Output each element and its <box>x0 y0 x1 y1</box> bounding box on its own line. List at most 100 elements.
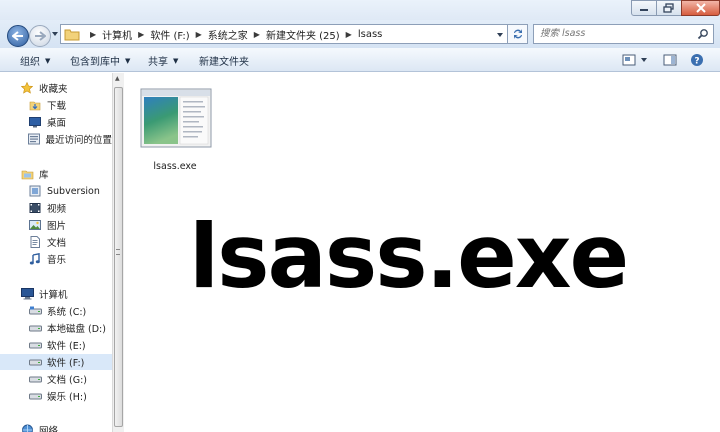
close-button[interactable] <box>681 0 720 16</box>
nav-drive-c[interactable]: 系统 (C:) <box>0 303 112 319</box>
address-bar[interactable]: ▶ 计算机 ▶ 软件 (F:) ▶ 系统之家 ▶ 新建文件夹 (25) ▶ lsass <box>60 24 508 44</box>
nav-computer-label: 计算机 <box>39 290 68 301</box>
folder-icon <box>64 29 80 41</box>
nav-drive-e[interactable]: 软件 (E:) <box>0 337 112 353</box>
nav-music-label: 音乐 <box>47 255 67 266</box>
system-drive-icon <box>28 305 42 317</box>
nav-pictures[interactable]: 图片 <box>0 217 112 233</box>
file-list-area[interactable]: lsass.exe lsass.exe <box>125 73 720 432</box>
drive-icon <box>28 373 42 385</box>
nav-drive-d-label: 本地磁盘 (D:) <box>47 324 106 335</box>
nav-network[interactable]: 网络 <box>0 422 112 432</box>
desktop-icon <box>28 116 42 128</box>
chevron-down-icon: ▼ <box>173 56 179 65</box>
breadcrumb-lsass[interactable]: lsass <box>358 29 383 40</box>
forward-button[interactable] <box>29 25 51 47</box>
breadcrumb-separator[interactable]: ▶ <box>84 30 102 39</box>
preview-pane-button[interactable] <box>661 51 679 69</box>
search-input[interactable] <box>540 28 680 39</box>
breadcrumb-drive-f[interactable]: 软件 (F:) ▶ <box>150 27 207 42</box>
nav-downloads[interactable]: 下载 <box>0 97 112 113</box>
nav-pictures-label: 图片 <box>47 221 67 232</box>
overlay-title-text: lsass.exe <box>189 205 629 308</box>
nav-drive-c-label: 系统 (C:) <box>47 307 87 318</box>
search-box[interactable] <box>533 24 714 44</box>
refresh-button[interactable] <box>508 24 528 44</box>
nav-drive-e-label: 软件 (E:) <box>47 341 86 352</box>
file-thumbnail <box>139 83 212 153</box>
address-row: ▶ 计算机 ▶ 软件 (F:) ▶ 系统之家 ▶ 新建文件夹 (25) ▶ lsass <box>0 20 720 48</box>
nav-libraries-label: 库 <box>39 170 49 181</box>
view-options-dropdown[interactable] <box>638 51 650 69</box>
scrollbar-grip <box>116 249 120 255</box>
breadcrumb-new-folder[interactable]: 新建文件夹 (25) ▶ <box>266 27 358 42</box>
organize-button[interactable]: 组织 ▼ <box>20 53 51 69</box>
nav-drive-g[interactable]: 文档 (G:) <box>0 371 112 387</box>
nav-documents-label: 文档 <box>47 238 67 249</box>
address-dropdown-icon[interactable] <box>496 31 504 39</box>
nav-drive-h[interactable]: 娱乐 (H:) <box>0 388 112 404</box>
nav-favorites[interactable]: 收藏夹 <box>0 80 112 96</box>
new-folder-button[interactable]: 新建文件夹 <box>199 53 249 68</box>
forward-arrow-icon <box>35 31 46 41</box>
videos-icon <box>28 202 42 214</box>
nav-drive-g-label: 文档 (G:) <box>47 375 87 386</box>
scroll-up-icon[interactable]: ▲ <box>115 75 120 82</box>
nav-recent-places-label: 最近访问的位置 <box>45 135 112 146</box>
share-label: 共享 <box>148 57 168 68</box>
minimize-button[interactable] <box>631 0 657 16</box>
nav-computer[interactable]: 计算机 <box>0 286 112 302</box>
nav-music[interactable]: 音乐 <box>0 251 112 267</box>
nav-downloads-label: 下载 <box>47 101 67 112</box>
chevron-down-icon: ▼ <box>125 56 131 65</box>
nav-videos[interactable]: 视频 <box>0 200 112 216</box>
nav-subversion-label: Subversion <box>47 185 100 197</box>
maximize-button[interactable] <box>656 0 682 16</box>
file-item-lsass[interactable]: lsass.exe <box>139 83 212 172</box>
nav-drive-f[interactable]: 软件 (F:) <box>0 354 112 370</box>
nav-desktop-label: 桌面 <box>47 118 67 129</box>
star-icon <box>20 82 34 94</box>
exe-file-icon <box>140 88 212 148</box>
view-icon <box>622 54 636 66</box>
recent-places-icon <box>28 133 41 145</box>
nav-drive-f-label: 软件 (F:) <box>47 358 85 369</box>
library-icon <box>20 168 34 180</box>
refresh-icon <box>513 29 522 39</box>
navigation-pane-scrollbar[interactable]: ▲ <box>112 73 124 432</box>
chevron-down-icon <box>641 58 647 62</box>
restore-icon <box>663 3 674 13</box>
network-icon <box>20 424 34 432</box>
title-bar <box>0 0 720 20</box>
breadcrumb-xitong[interactable]: 系统之家 ▶ <box>208 27 266 42</box>
search-icon[interactable] <box>697 28 709 40</box>
include-in-library-button[interactable]: 包含到库中 ▼ <box>70 53 131 69</box>
nav-videos-label: 视频 <box>47 204 67 215</box>
documents-icon <box>28 236 42 248</box>
close-icon <box>695 3 706 13</box>
change-view-button[interactable] <box>620 51 638 69</box>
new-folder-label: 新建文件夹 <box>199 57 249 68</box>
nav-recent-places[interactable]: 最近访问的位置 <box>0 131 112 147</box>
subversion-library-icon <box>28 185 42 197</box>
drive-icon <box>28 390 42 402</box>
drive-icon <box>28 339 42 351</box>
minimize-icon <box>640 9 648 11</box>
nav-libraries[interactable]: 库 <box>0 166 112 182</box>
nav-documents[interactable]: 文档 <box>0 234 112 250</box>
help-button[interactable]: ? <box>688 51 706 69</box>
nav-desktop[interactable]: 桌面 <box>0 114 112 130</box>
nav-drive-d[interactable]: 本地磁盘 (D:) <box>0 320 112 336</box>
scrollbar-thumb[interactable] <box>114 87 123 427</box>
downloads-folder-icon <box>28 99 42 111</box>
recent-pages-dropdown-icon[interactable] <box>51 30 59 38</box>
nav-drive-h-label: 娱乐 (H:) <box>47 392 87 403</box>
breadcrumb-computer[interactable]: 计算机 ▶ <box>102 27 150 42</box>
share-button[interactable]: 共享 ▼ <box>148 53 179 69</box>
nav-subversion[interactable]: Subversion <box>0 183 112 199</box>
back-button[interactable] <box>7 25 29 47</box>
svg-text:?: ? <box>694 57 699 67</box>
drive-icon <box>28 356 42 368</box>
chevron-down-icon: ▼ <box>45 56 51 65</box>
nav-network-label: 网络 <box>39 426 59 432</box>
